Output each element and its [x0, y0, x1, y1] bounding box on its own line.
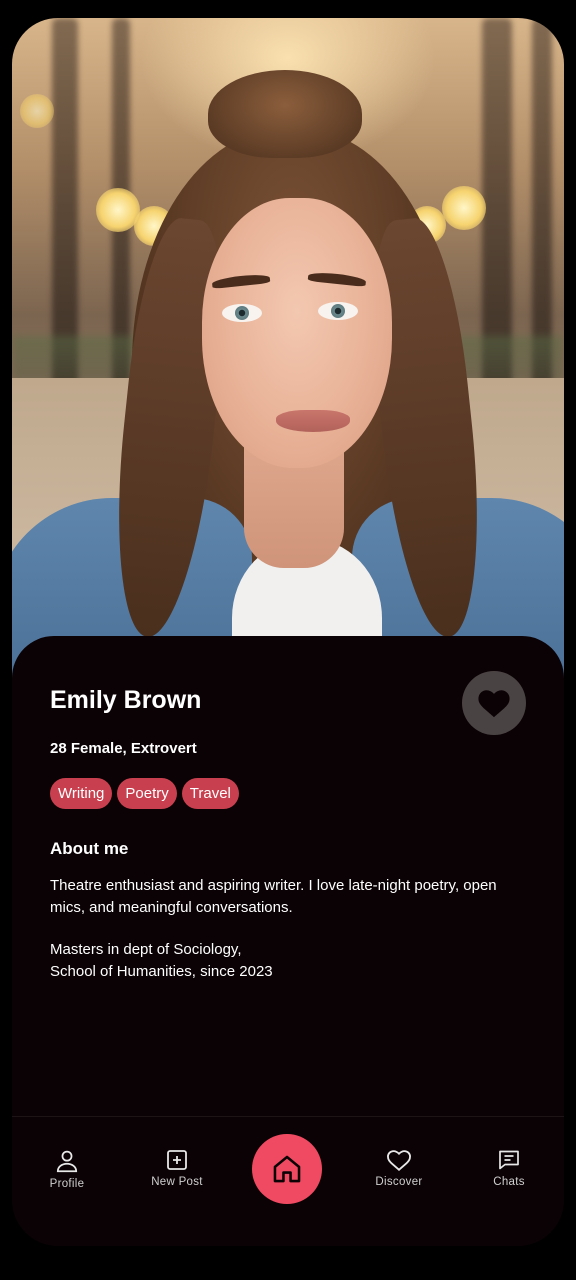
nav-label: Discover [375, 1176, 423, 1188]
eye [222, 304, 262, 322]
profile-photo [12, 18, 564, 698]
nav-new-post[interactable]: New Post [132, 1148, 222, 1188]
nav-chats[interactable]: Chats [464, 1148, 554, 1188]
chat-icon [499, 1150, 519, 1170]
about-bio: Theatre enthusiast and aspiring writer. … [50, 877, 497, 916]
education-info: Masters in dept of Sociology, School of … [50, 939, 273, 983]
interest-tag[interactable]: Travel [181, 778, 239, 809]
hair-bun [208, 70, 362, 158]
nav-label: New Post [151, 1176, 203, 1188]
profile-name: Emily Brown [50, 686, 202, 714]
person-icon [56, 1150, 78, 1173]
profile-screen: Emily Brown 28 Female, Extrovert Writing… [12, 18, 564, 1246]
nav-divider [12, 1116, 564, 1117]
plus-square-icon [167, 1150, 187, 1170]
lamp-light [442, 186, 486, 230]
nav-label: Chats [493, 1176, 525, 1188]
like-button[interactable] [462, 671, 526, 735]
interest-tag[interactable]: Poetry [117, 778, 177, 809]
interest-tag[interactable]: Writing [50, 778, 113, 809]
heart-icon [478, 690, 510, 718]
nav-profile[interactable]: Profile [22, 1148, 112, 1190]
lamp-light [20, 94, 54, 128]
home-icon [273, 1155, 301, 1183]
about-heading: About me [50, 839, 129, 858]
eye [318, 302, 358, 320]
lips [276, 410, 350, 432]
profile-meta: 28 Female, Extrovert [50, 740, 197, 757]
nav-label: Profile [49, 1178, 85, 1190]
interest-tags: Writing Poetry Travel [50, 778, 239, 809]
nav-home-button[interactable] [252, 1134, 322, 1204]
education-line: School of Humanities, since 2023 [50, 963, 273, 980]
education-line: Masters in dept of Sociology, [50, 941, 242, 958]
nav-discover[interactable]: Discover [354, 1148, 444, 1188]
heart-outline-icon [387, 1150, 411, 1171]
